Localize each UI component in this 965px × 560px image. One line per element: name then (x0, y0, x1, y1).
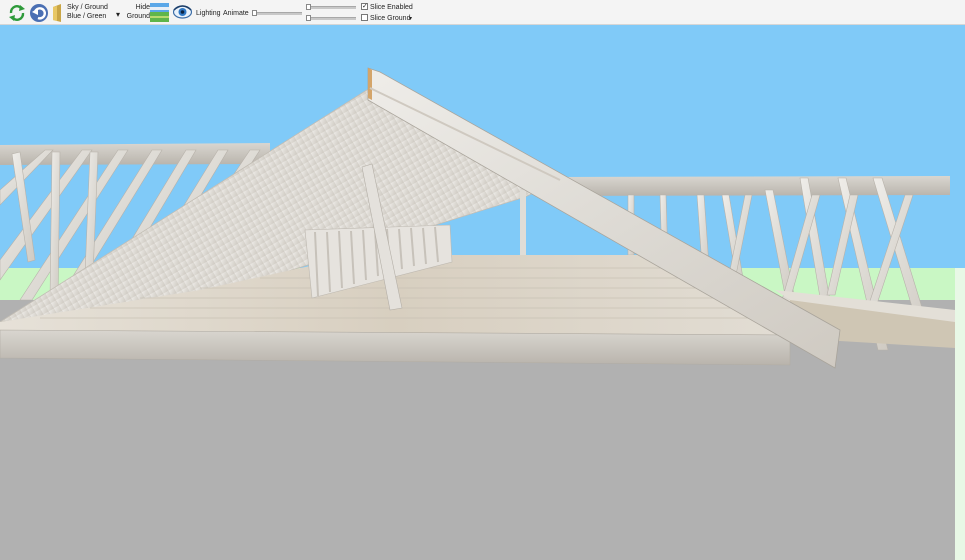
roof-truss-scene[interactable] (0, 25, 965, 560)
3d-viewport[interactable] (0, 25, 965, 560)
hide-ground-button[interactable]: Hide Ground (124, 3, 150, 21)
landscape-icon (150, 3, 169, 22)
hide-ground-label-2: Ground (126, 13, 150, 20)
eye-icon (172, 5, 193, 19)
sky-ground-selector[interactable]: Sky / Ground Blue / Green (67, 3, 123, 23)
slice-ground-checkbox[interactable] (361, 14, 368, 21)
animate-label: Animate (223, 10, 249, 17)
undo-icon (30, 4, 48, 22)
slice-enabled-label: Slice Enabled (370, 4, 413, 11)
door-icon (53, 4, 61, 22)
door-button[interactable] (52, 3, 64, 23)
slice-enabled-checkbox[interactable]: ✓ (361, 3, 368, 10)
slice-slider-top[interactable] (306, 4, 356, 10)
landscape-button[interactable] (150, 3, 169, 22)
floor-edge-right (955, 268, 965, 560)
toolbar: Sky / Ground Blue / Green ▾ Hide Ground … (0, 0, 965, 25)
slice-slider-bottom[interactable] (306, 15, 356, 21)
rafter-end-cut (368, 68, 372, 100)
rear-post (520, 190, 526, 255)
lighting-label[interactable]: Lighting (196, 9, 221, 18)
sky-ground-label: Sky / Ground (67, 4, 108, 11)
slice-slider-bottom-thumb[interactable] (306, 15, 311, 21)
overflow-chevron-icon[interactable]: ▾ (409, 15, 412, 24)
animate-slider[interactable] (252, 10, 302, 16)
eye-button[interactable] (172, 4, 193, 20)
refresh-button[interactable] (7, 3, 27, 23)
hide-ground-label-1: Hide (135, 4, 150, 11)
chevron-down-icon[interactable]: ▾ (116, 10, 120, 19)
right-truss-top-chord (560, 176, 950, 196)
slice-ground-label: Slice Ground (370, 15, 411, 22)
sky-ground-value: Blue / Green (67, 13, 107, 20)
slice-slider-top-thumb[interactable] (306, 4, 311, 10)
animate-slider-thumb[interactable] (252, 10, 257, 16)
undo-button[interactable] (29, 3, 49, 23)
refresh-icon (9, 5, 25, 21)
